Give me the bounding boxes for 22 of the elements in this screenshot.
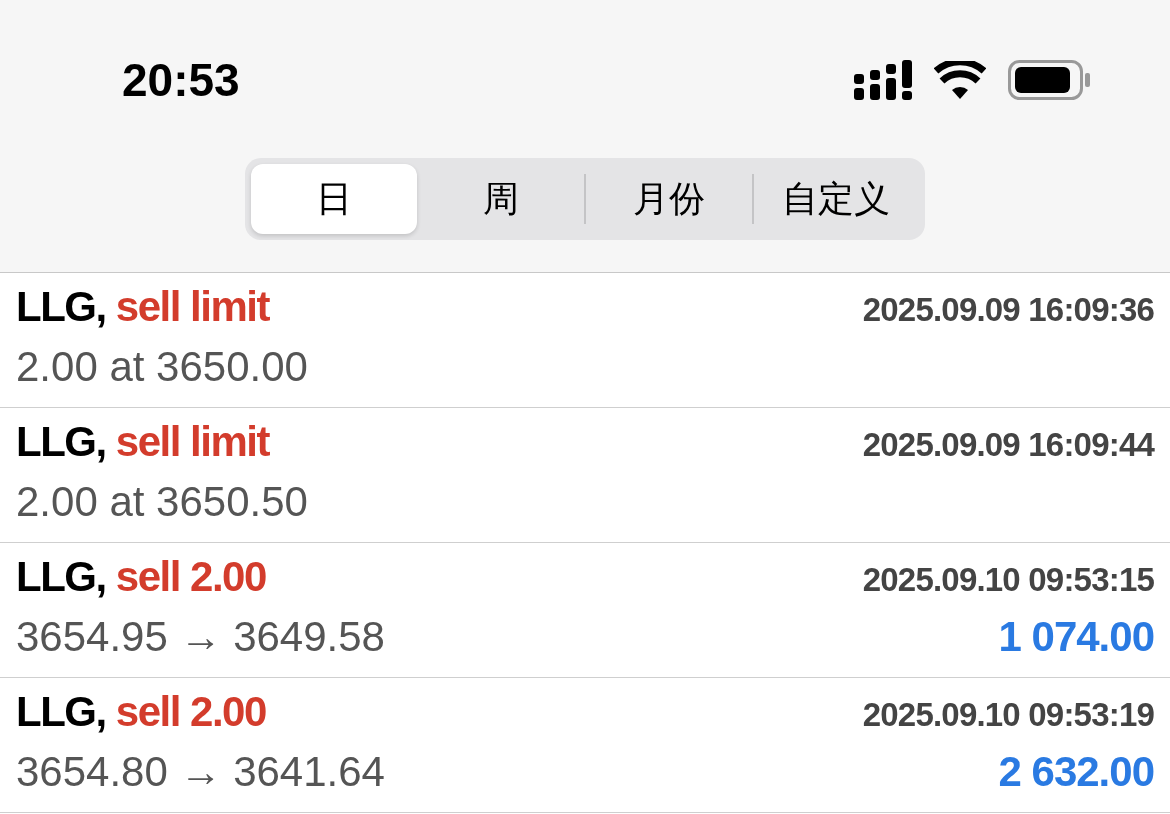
order-time: 2025.09.10 09:53:15 [862,561,1154,599]
order-detail: 2.00 at 3650.00 [16,343,308,391]
battery-icon [1008,60,1090,100]
order-profit: 2 632.00 [998,748,1154,796]
status-time: 20:53 [122,53,240,107]
order-title: LLG, sell 2.00 [16,688,266,736]
period-tab[interactable]: 月份 [586,164,752,234]
order-title: LLG, sell limit [16,418,269,466]
period-tab[interactable]: 自定义 [753,164,919,234]
signal-icon [854,60,912,100]
order-title: LLG, sell limit [16,283,269,331]
wifi-icon [934,61,986,99]
order-time: 2025.09.10 09:53:19 [862,696,1154,734]
period-tab[interactable]: 日 [251,164,417,234]
order-time: 2025.09.09 16:09:36 [862,291,1154,329]
order-profit: 1 074.00 [998,613,1154,661]
order-time: 2025.09.09 16:09:44 [862,426,1154,464]
order-detail: 3654.80 → 3641.64 [16,748,385,796]
order-title: LLG, sell 2.00 [16,553,266,601]
period-tab[interactable]: 周 [418,164,584,234]
order-detail: 3654.95 → 3649.58 [16,613,385,661]
order-detail: 2.00 at 3650.50 [16,478,308,526]
